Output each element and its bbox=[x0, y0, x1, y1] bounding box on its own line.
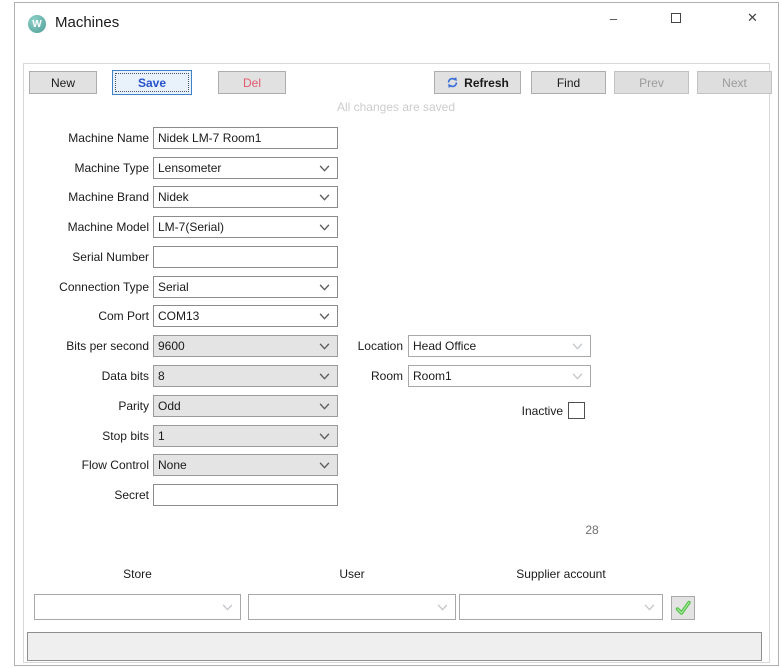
stop-bits-label: Stop bits bbox=[102, 429, 149, 443]
inactive-label: Inactive bbox=[521, 404, 563, 418]
refresh-icon bbox=[446, 76, 459, 89]
chevron-down-icon bbox=[572, 372, 583, 380]
bits-per-second-select[interactable]: 9600 bbox=[153, 335, 338, 357]
save-status-text: All changes are saved bbox=[336, 100, 456, 114]
chevron-down-icon bbox=[319, 461, 330, 469]
delete-button[interactable]: Del bbox=[218, 71, 286, 94]
room-select[interactable]: Room1 bbox=[408, 365, 591, 387]
inactive-checkbox[interactable] bbox=[568, 402, 585, 419]
chevron-down-icon bbox=[644, 603, 655, 611]
location-select[interactable]: Head Office bbox=[408, 335, 591, 357]
serial-number-label: Serial Number bbox=[72, 250, 149, 264]
data-bits-label: Data bits bbox=[101, 369, 149, 383]
bits-per-second-label: Bits per second bbox=[66, 339, 149, 353]
close-icon: ✕ bbox=[747, 10, 758, 25]
bottom-status-bar bbox=[27, 632, 762, 661]
parity-select[interactable]: Odd bbox=[153, 395, 338, 417]
machine-name-input[interactable] bbox=[153, 127, 338, 149]
room-value: Room1 bbox=[413, 369, 452, 383]
parity-label: Parity bbox=[118, 399, 149, 413]
green-checkmark-icon bbox=[674, 599, 692, 617]
machine-model-value: LM-7(Serial) bbox=[158, 220, 225, 234]
refresh-label: Refresh bbox=[464, 75, 509, 90]
record-count: 28 bbox=[585, 523, 599, 537]
user-label: User bbox=[339, 567, 365, 581]
connection-type-value: Serial bbox=[158, 280, 189, 294]
location-label: Location bbox=[357, 339, 403, 353]
stop-bits-select[interactable]: 1 bbox=[153, 425, 338, 447]
maximize-button[interactable] bbox=[653, 3, 698, 33]
chevron-down-icon bbox=[437, 603, 448, 611]
chevron-down-icon bbox=[319, 432, 330, 440]
maximize-icon bbox=[670, 13, 681, 23]
next-button[interactable]: Next bbox=[697, 71, 772, 94]
com-port-value: COM13 bbox=[158, 309, 200, 323]
machine-brand-label: Machine Brand bbox=[68, 190, 149, 204]
com-port-select[interactable]: COM13 bbox=[153, 305, 338, 327]
find-button[interactable]: Find bbox=[531, 71, 606, 94]
new-button[interactable]: New bbox=[29, 71, 97, 94]
flow-control-value: None bbox=[158, 458, 187, 472]
connection-type-select[interactable]: Serial bbox=[153, 276, 338, 298]
machine-name-label: Machine Name bbox=[68, 131, 149, 145]
flow-control-label: Flow Control bbox=[81, 458, 149, 472]
machines-window: W Machines – ✕ New Save Del Refresh Find… bbox=[14, 2, 779, 666]
chevron-down-icon bbox=[222, 603, 233, 611]
window-title: Machines bbox=[55, 14, 120, 31]
location-value: Head Office bbox=[413, 339, 477, 353]
bits-per-second-value: 9600 bbox=[158, 339, 185, 353]
save-button[interactable]: Save bbox=[112, 70, 192, 95]
user-select[interactable] bbox=[248, 594, 456, 620]
flow-control-select[interactable]: None bbox=[153, 454, 338, 476]
minimize-icon: – bbox=[609, 10, 618, 26]
chevron-down-icon bbox=[319, 283, 330, 291]
chevron-down-icon bbox=[572, 342, 583, 350]
stop-bits-value: 1 bbox=[158, 429, 165, 443]
chevron-down-icon bbox=[319, 402, 330, 410]
data-bits-select[interactable]: 8 bbox=[153, 365, 338, 387]
chevron-down-icon bbox=[319, 193, 330, 201]
machine-brand-select[interactable]: Nidek bbox=[153, 186, 338, 208]
data-bits-value: 8 bbox=[158, 369, 165, 383]
minimize-button[interactable]: – bbox=[591, 3, 636, 33]
parity-value: Odd bbox=[158, 399, 181, 413]
com-port-label: Com Port bbox=[98, 309, 149, 323]
refresh-button[interactable]: Refresh bbox=[434, 71, 521, 94]
close-button[interactable]: ✕ bbox=[730, 3, 775, 33]
chevron-down-icon bbox=[319, 223, 330, 231]
apply-assignment-button[interactable] bbox=[671, 596, 695, 620]
store-label: Store bbox=[123, 567, 152, 581]
title-bar: W Machines – ✕ bbox=[15, 3, 778, 45]
store-select[interactable] bbox=[34, 594, 241, 620]
room-label: Room bbox=[370, 369, 403, 383]
chevron-down-icon bbox=[319, 164, 330, 172]
machine-model-label: Machine Model bbox=[67, 220, 149, 234]
app-logo-icon: W bbox=[28, 15, 46, 33]
supplier-account-label: Supplier account bbox=[516, 567, 606, 581]
connection-type-label: Connection Type bbox=[59, 280, 149, 294]
machine-brand-value: Nidek bbox=[158, 190, 189, 204]
secret-label: Secret bbox=[114, 488, 149, 502]
chevron-down-icon bbox=[319, 312, 330, 320]
machine-model-select[interactable]: LM-7(Serial) bbox=[153, 216, 338, 238]
serial-number-input[interactable] bbox=[153, 246, 338, 268]
supplier-account-select[interactable] bbox=[459, 594, 663, 620]
machine-type-select[interactable]: Lensometer bbox=[153, 157, 338, 179]
machine-type-label: Machine Type bbox=[74, 161, 150, 175]
machine-type-value: Lensometer bbox=[158, 161, 222, 175]
prev-button[interactable]: Prev bbox=[614, 71, 689, 94]
secret-input[interactable] bbox=[153, 484, 338, 506]
